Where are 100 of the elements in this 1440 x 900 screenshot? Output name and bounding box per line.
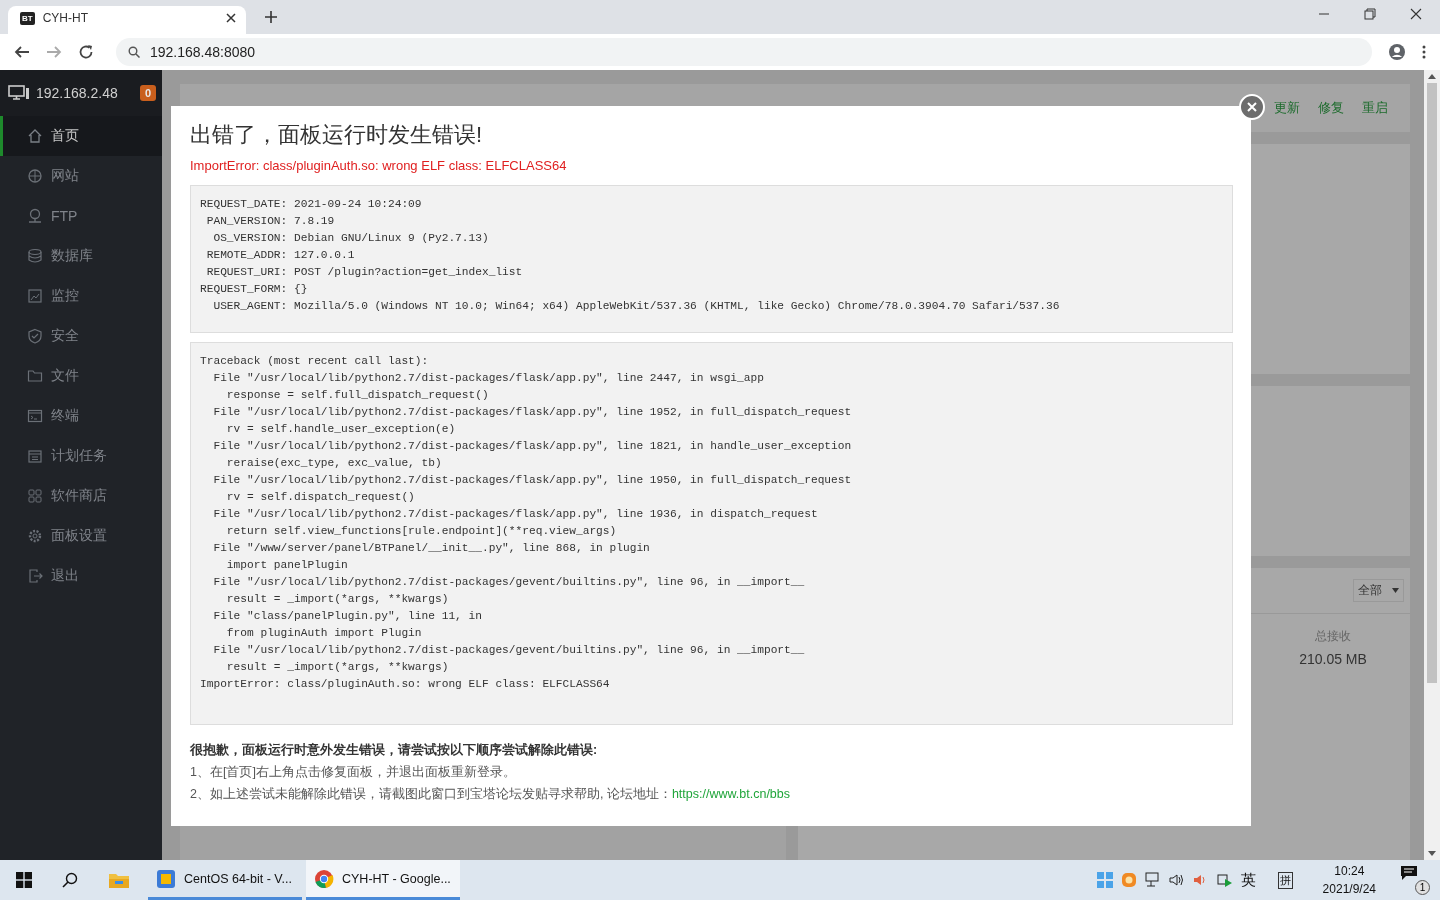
sidebar-item[interactable]: FTP bbox=[0, 196, 162, 236]
browser-tab[interactable]: BT CYH-HT bbox=[8, 6, 246, 34]
code-line: File "/usr/local/lib/python2.7/dist-packages/flask/app.py", line 1821, in handle_user_exception bbox=[212, 439, 853, 454]
sidebar-item[interactable]: 计划任务 bbox=[0, 436, 162, 476]
sidebar-item[interactable]: 终端 bbox=[0, 396, 162, 436]
sidebar-item[interactable]: 数据库 bbox=[0, 236, 162, 276]
code-line: reraise(exc_type, exc_value, tb) bbox=[225, 456, 443, 471]
help-step: 2、如上述尝试未能解除此错误，请截图此窗口到宝塔论坛发贴寻求帮助, 论坛地址： bbox=[190, 787, 672, 801]
code-line: File "/usr/local/lib/python2.7/dist-packages/gevent/builtins.py", line 96, in __import__ bbox=[212, 575, 806, 590]
code-line: Traceback (most recent call last): bbox=[200, 354, 430, 369]
restore-icon bbox=[1364, 8, 1376, 20]
help-step: 1、在[首页]右上角点击修复面板，并退出面板重新登录。 bbox=[190, 764, 1233, 781]
favicon: BT bbox=[20, 11, 35, 25]
code-line: rv = self.dispatch_request() bbox=[225, 490, 416, 505]
network-icon bbox=[27, 208, 43, 224]
back-icon bbox=[14, 44, 30, 60]
home-icon bbox=[27, 128, 43, 144]
gear-icon bbox=[27, 528, 43, 544]
sidebar-item[interactable]: 软件商店 bbox=[0, 476, 162, 516]
header-link[interactable]: 更新 bbox=[1274, 99, 1300, 117]
database-icon bbox=[27, 248, 43, 264]
code-line: result = _import(*args, **kwargs) bbox=[225, 660, 450, 675]
code-line: from pluginAuth import Plugin bbox=[225, 626, 423, 641]
code-line: File "/usr/local/lib/python2.7/dist-packages/gevent/builtins.py", line 96, in __import__ bbox=[212, 643, 806, 658]
code-line: File "class/panelPlugin.py", line 11, in bbox=[212, 609, 483, 624]
account-icon bbox=[1388, 43, 1406, 61]
scroll-down-icon bbox=[1428, 851, 1436, 856]
device-icon bbox=[1216, 872, 1233, 888]
taskbar-app[interactable]: CentOS 64-bit - V... bbox=[148, 860, 302, 900]
input-method-indicator[interactable]: 拼 bbox=[1277, 871, 1293, 889]
scroll-up-icon bbox=[1428, 74, 1436, 79]
globe-icon bbox=[27, 168, 43, 184]
code-line: REQUEST_URI: POST /plugin?action=get_index_list bbox=[205, 265, 524, 280]
code-line: File "/usr/local/lib/python2.7/dist-packages/flask/app.py", line 1950, in full_dispatch_request bbox=[212, 473, 853, 488]
network-icon bbox=[1144, 872, 1161, 888]
close-icon bbox=[1247, 102, 1257, 112]
monitor-icon bbox=[8, 85, 30, 101]
code-line: import panelPlugin bbox=[225, 558, 349, 573]
code-line: REMOTE_ADDR: 127.0.0.1 bbox=[205, 248, 356, 263]
chrome-icon bbox=[314, 868, 334, 889]
code-line: File "/usr/local/lib/python2.7/dist-packages/flask/app.py", line 2447, in wsgi_app bbox=[212, 371, 765, 386]
caret-icon bbox=[1392, 588, 1399, 593]
terminal-icon bbox=[27, 408, 43, 424]
code-line: rv = self.handle_user_exception(e) bbox=[225, 422, 457, 437]
stat-label: 总接收 bbox=[1314, 628, 1352, 645]
url-text: 192.168.48:8080 bbox=[150, 44, 256, 60]
header-link[interactable]: 重启 bbox=[1362, 99, 1388, 117]
address-field[interactable]: 192.168.48:8080 bbox=[116, 38, 1372, 66]
error-message: ImportError: class/pluginAuth.so: wrong ELF class: ELFCLASS64 bbox=[190, 158, 568, 173]
code-line: File "/www/server/panel/BTPanel/__init__.py", line 868, in plugin bbox=[212, 541, 651, 556]
taskbar-app[interactable]: CYH-HT - Google... bbox=[306, 860, 460, 900]
search-icon bbox=[62, 872, 78, 888]
search-icon bbox=[128, 46, 140, 58]
calendar-icon bbox=[27, 448, 43, 464]
chart-icon bbox=[27, 288, 43, 304]
tab-title: CYH-HT bbox=[42, 11, 89, 25]
more-icon bbox=[1422, 44, 1426, 60]
code-line: USER_AGENT: Mozilla/5.0 (Windows NT 10.0; Win64; x64) AppleWebKit/537.36 (KHTML, like Gecko) Chrome/78.0.3904.70 Safari/537.36 bbox=[212, 299, 1061, 314]
grid-icon bbox=[27, 488, 43, 504]
notification-count: 1 bbox=[1415, 880, 1430, 895]
code-line: File "/usr/local/lib/python2.7/dist-packages/flask/app.py", line 1936, in dispatch_request bbox=[212, 507, 819, 522]
sidebar-item[interactable]: 网站 bbox=[0, 156, 162, 196]
code-line: ImportError: class/pluginAuth.so: wrong ELF class: ELFCLASS64 bbox=[200, 677, 611, 692]
sidebar-item[interactable]: 安全 bbox=[0, 316, 162, 356]
stat-value: 210.05 MB bbox=[1298, 651, 1368, 667]
vm-icon bbox=[156, 868, 176, 889]
filter-dropdown[interactable]: 全部 bbox=[1353, 579, 1404, 602]
dialog-title: 出错了，面板运行时发生错误! bbox=[190, 121, 484, 149]
new-tab-icon bbox=[264, 10, 278, 24]
code-line: PAN_VERSION: 7.8.19 bbox=[205, 214, 336, 229]
message-icon bbox=[1400, 865, 1418, 881]
exit-icon bbox=[27, 568, 43, 584]
windows-icon bbox=[16, 872, 32, 888]
code-line: File "/usr/local/lib/python2.7/dist-packages/flask/app.py", line 1952, in full_dispatch_request bbox=[212, 405, 853, 420]
app-icon bbox=[1120, 872, 1137, 888]
sidebar-item[interactable]: 文件 bbox=[0, 356, 162, 396]
sidebar-item[interactable]: 面板设置 bbox=[0, 516, 162, 556]
reload-icon bbox=[78, 44, 94, 60]
close-icon bbox=[1410, 8, 1422, 20]
code-line: OS_VERSION: Debian GNU/Linux 9 (Py2.7.13) bbox=[212, 231, 490, 246]
shield-icon bbox=[27, 328, 43, 344]
sidebar-item[interactable]: 退出 bbox=[0, 556, 162, 596]
input-method-indicator[interactable]: 英 bbox=[1240, 870, 1256, 890]
clock-date[interactable]: 2021/9/24 bbox=[1322, 880, 1376, 898]
clock-time[interactable]: 10:24 bbox=[1322, 862, 1376, 880]
scrollbar[interactable] bbox=[1424, 70, 1440, 860]
host-address: 192.168.2.48 bbox=[36, 85, 119, 101]
forum-link[interactable]: https://www.bt.cn/bbs bbox=[671, 787, 790, 801]
code-line: response = self.full_dispatch_request() bbox=[225, 388, 490, 403]
sidebar-item[interactable]: 首页 bbox=[0, 116, 162, 156]
help-heading: 很抱歉，面板运行时意外发生错误，请尝试按以下顺序尝试解除此错误: bbox=[190, 742, 599, 759]
folder-icon bbox=[108, 871, 130, 889]
folder-icon bbox=[27, 368, 43, 384]
notification-badge: 0 bbox=[139, 85, 156, 101]
forward-icon bbox=[46, 44, 62, 60]
header-link[interactable]: 修复 bbox=[1318, 99, 1344, 117]
code-line: result = _import(*args, **kwargs) bbox=[225, 592, 450, 607]
volume-icon bbox=[1168, 872, 1185, 888]
sidebar-item[interactable]: 监控 bbox=[0, 276, 162, 316]
grid-icon bbox=[1096, 872, 1113, 888]
